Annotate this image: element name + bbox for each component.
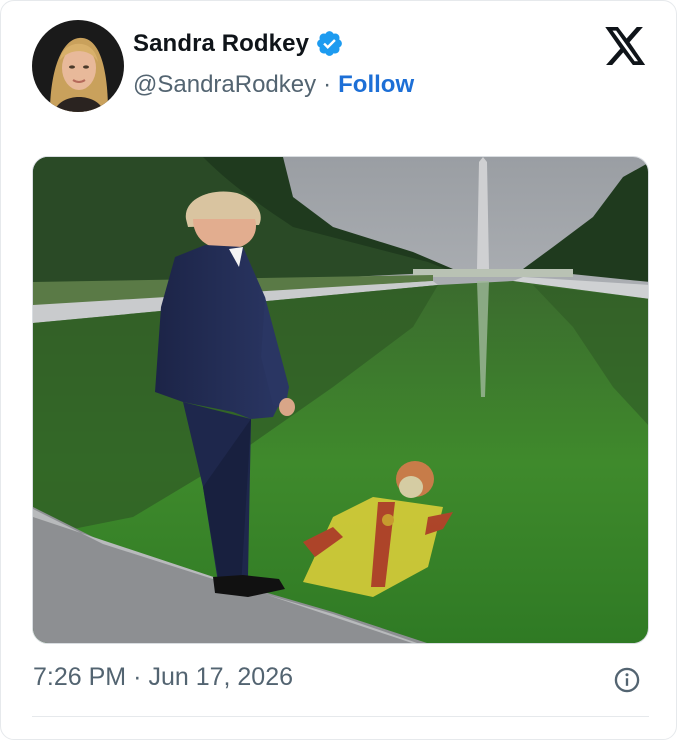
tweet-date: Jun 17, 2026 xyxy=(148,663,294,691)
timestamp[interactable]: 7:26 PM · Jun 17, 2026 xyxy=(33,663,293,692)
info-icon[interactable] xyxy=(613,666,641,694)
author-handle[interactable]: @SandraRodkey xyxy=(133,71,316,99)
divider xyxy=(32,716,649,717)
author-row: Sandra Rodkey xyxy=(133,29,344,58)
timestamp-separator: · xyxy=(133,663,142,691)
tweet-image[interactable] xyxy=(32,156,649,644)
tweet-time: 7:26 PM xyxy=(33,663,127,691)
verified-badge-icon xyxy=(317,31,342,56)
separator: · xyxy=(323,71,332,98)
tweet-card: Sandra Rodkey @SandraRodkey · Follow 7:2… xyxy=(0,0,677,740)
author-name[interactable]: Sandra Rodkey xyxy=(133,30,309,58)
x-logo-icon[interactable] xyxy=(605,27,647,65)
handle-row: @SandraRodkey · Follow xyxy=(133,71,414,99)
avatar[interactable] xyxy=(32,20,124,112)
follow-button[interactable]: Follow xyxy=(338,71,414,99)
